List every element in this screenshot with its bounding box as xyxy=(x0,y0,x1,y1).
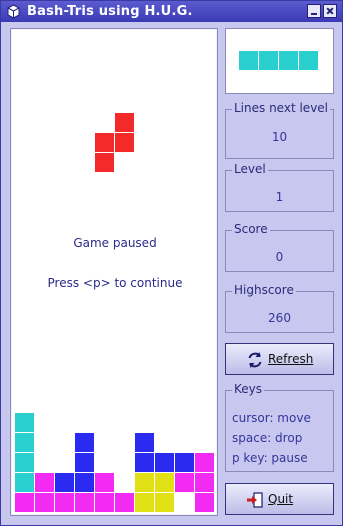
stacked-block xyxy=(155,453,174,472)
continue-hint: Press <p> to continue xyxy=(47,276,183,290)
highscore-label: Highscore xyxy=(232,283,296,297)
stacked-block xyxy=(15,473,34,492)
key-hint-move: cursor: move xyxy=(232,411,311,425)
cube-icon xyxy=(7,4,20,19)
stacked-block xyxy=(15,493,34,512)
stacked-block xyxy=(175,473,194,492)
falling-piece-block xyxy=(115,133,134,152)
close-button[interactable] xyxy=(323,4,337,18)
next-piece xyxy=(239,51,319,71)
stacked-block xyxy=(195,453,214,472)
highscore-value: 260 xyxy=(268,311,291,325)
next-piece-preview xyxy=(225,28,334,94)
stacked-block xyxy=(135,433,154,452)
next-piece-block xyxy=(299,51,318,70)
stacked-block xyxy=(75,433,94,452)
keys-box: Keys cursor: move space: drop p key: pau… xyxy=(225,382,334,472)
score-value: 0 xyxy=(275,250,284,264)
exit-door-icon xyxy=(247,492,263,508)
quit-label: Quit xyxy=(268,492,294,506)
stacked-block xyxy=(15,433,34,452)
minimize-button[interactable] xyxy=(307,4,321,18)
stacked-block xyxy=(135,453,154,472)
game-board[interactable]: Game paused Press <p> to continue xyxy=(10,28,218,516)
next-piece-block xyxy=(239,51,258,70)
paused-message: Game paused xyxy=(73,236,157,250)
stacked-block xyxy=(155,473,174,492)
key-hint-pause: p key: pause xyxy=(232,451,308,465)
next-piece-block xyxy=(279,51,298,70)
lines-next-level-label: Lines next level xyxy=(232,101,331,115)
board-grid: Game paused Press <p> to continue xyxy=(15,33,215,513)
level-label: Level xyxy=(232,162,268,176)
stacked-block xyxy=(95,473,114,492)
stacked-block xyxy=(15,453,34,472)
score-box: Score 0 xyxy=(225,222,334,272)
stacked-block xyxy=(75,473,94,492)
refresh-button[interactable]: Refresh xyxy=(225,343,334,375)
level-box: Level 1 xyxy=(225,162,334,212)
score-label: Score xyxy=(232,222,270,236)
stacked-block xyxy=(135,473,154,492)
stacked-block xyxy=(115,493,134,512)
refresh-label: Refresh xyxy=(268,352,314,366)
stacked-block xyxy=(35,493,54,512)
stacked-block xyxy=(195,473,214,492)
stacked-block xyxy=(55,473,74,492)
key-hint-drop: space: drop xyxy=(232,431,303,445)
stacked-block xyxy=(155,493,174,512)
stacked-block xyxy=(75,493,94,512)
stacked-block xyxy=(15,413,34,432)
title-bar[interactable]: Bash-Tris using H.U.G. xyxy=(1,1,342,22)
window-title: Bash-Tris using H.U.G. xyxy=(27,4,193,19)
stacked-block xyxy=(135,493,154,512)
highscore-box: Highscore 260 xyxy=(225,283,334,333)
stacked-block xyxy=(195,493,214,512)
stacked-block xyxy=(35,473,54,492)
falling-piece-block xyxy=(115,113,134,132)
level-value: 1 xyxy=(275,190,284,204)
stacked-block xyxy=(55,493,74,512)
game-window: Bash-Tris using H.U.G. Game paused Press… xyxy=(0,0,343,526)
refresh-icon xyxy=(248,352,262,368)
lines-next-level-box: Lines next level 10 xyxy=(225,101,334,159)
next-piece-block xyxy=(259,51,278,70)
stacked-block xyxy=(95,493,114,512)
lines-next-level-value: 10 xyxy=(271,130,288,144)
stacked-block xyxy=(175,453,194,472)
quit-button[interactable]: Quit xyxy=(225,483,334,515)
keys-label: Keys xyxy=(232,382,265,396)
stacked-block xyxy=(75,453,94,472)
falling-piece-block xyxy=(95,133,114,152)
falling-piece-block xyxy=(95,153,114,172)
